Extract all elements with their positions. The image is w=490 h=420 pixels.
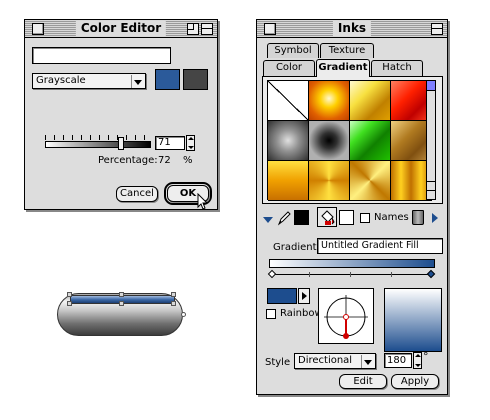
fill-menu-icon[interactable] (263, 217, 273, 223)
gradient-swatch-green-diagonal[interactable] (350, 121, 391, 161)
swatch-scrollbar[interactable] (426, 80, 436, 200)
inks-title: Inks (332, 21, 372, 36)
tab-texture[interactable]: Texture (320, 43, 374, 58)
gradient-swatch-gray-radial[interactable] (268, 121, 309, 161)
color-editor-window: Color Editor Grayscale 71 Percentage: 72… (24, 19, 218, 210)
apply-button[interactable]: Apply (391, 374, 439, 389)
collapse-icon[interactable] (431, 23, 443, 35)
angle-input[interactable]: 180 (384, 353, 412, 368)
color-editor-title: Color Editor (75, 21, 167, 36)
angle-value: 180 (387, 355, 407, 366)
gradient-swatch-gold-linear[interactable] (268, 161, 309, 201)
stop-color-menu[interactable] (298, 288, 310, 304)
handle-right-bottom[interactable] (171, 301, 176, 306)
tab-hatch[interactable]: Hatch (371, 60, 423, 76)
gradient-swatch-gray-square[interactable] (309, 121, 350, 161)
gradient-swatch-gold-conical-2[interactable] (350, 161, 391, 201)
handle-left[interactable] (67, 292, 72, 297)
gradient-swatch-gold-conical[interactable] (309, 161, 350, 201)
slider-ticks (45, 135, 151, 140)
close-icon[interactable] (32, 23, 44, 35)
gradient-preview (384, 288, 442, 352)
percentage-value: 72 (158, 155, 171, 166)
ramp-tick (391, 272, 392, 277)
fill-bucket-frame[interactable] (317, 207, 337, 227)
handle-mid-top[interactable] (119, 292, 124, 297)
new-color-swatch[interactable] (155, 69, 180, 90)
rotation-handle[interactable] (181, 312, 186, 317)
ramp-tick (309, 272, 310, 277)
gradient-swatch-yellow-diagonal[interactable] (350, 81, 391, 121)
handle-left-bottom[interactable] (67, 301, 72, 306)
ramp-line (273, 274, 431, 275)
angle-stepper[interactable] (413, 352, 422, 369)
pen-icon[interactable] (277, 210, 291, 226)
rainbow-checkbox[interactable] (266, 309, 276, 319)
end-stop-marker[interactable] (426, 269, 436, 279)
style-label: Style (265, 357, 291, 368)
scroll-up-icon[interactable] (427, 181, 435, 190)
edit-button[interactable]: Edit (339, 374, 387, 389)
gradient-label: Gradient (273, 242, 317, 253)
style-value: Directional (298, 355, 353, 366)
direction-control[interactable] (318, 288, 374, 344)
tab-gradient[interactable]: Gradient (316, 59, 370, 77)
mouse-cursor-icon (197, 193, 209, 210)
stroke-color-swatch[interactable] (294, 210, 309, 225)
slider-thumb[interactable] (118, 137, 125, 150)
names-label: Names (374, 212, 409, 223)
chevron-down-icon (131, 75, 144, 88)
style-select[interactable]: Directional (294, 353, 376, 369)
rainbow-label: Rainbow (280, 308, 323, 319)
gradient-swatch-none[interactable] (268, 81, 309, 121)
chevron-right-icon (302, 292, 307, 300)
handle-mid-bottom[interactable] (119, 301, 124, 306)
direction-dial-icon (324, 295, 368, 339)
color-mode-select[interactable]: Grayscale (32, 73, 146, 89)
close-icon[interactable] (264, 23, 276, 35)
tab-symbol[interactable]: Symbol (267, 43, 319, 58)
tab-color[interactable]: Color (263, 60, 315, 76)
inks-palette: Inks Symbol Texture Color Gradient Hatch (256, 19, 448, 395)
gradient-name-input[interactable]: Untitled Gradient Fill (317, 238, 443, 254)
cancel-button[interactable]: Cancel (116, 186, 158, 202)
handle-right[interactable] (171, 292, 176, 297)
inks-titlebar[interactable]: Inks (257, 20, 447, 38)
grayscale-slider[interactable] (45, 135, 151, 150)
scroll-thumb[interactable] (427, 81, 435, 91)
stop-color-swatch[interactable] (267, 288, 297, 304)
grayscale-value: 71 (158, 137, 171, 148)
fill-color-swatch[interactable] (339, 210, 354, 225)
collapse-icon[interactable] (201, 23, 213, 35)
percentage-label: Percentage: (98, 155, 158, 166)
value-stepper[interactable] (186, 135, 195, 151)
scroll-down-icon[interactable] (427, 190, 435, 199)
chevron-down-icon (361, 355, 374, 368)
gradient-ramp-bar[interactable] (269, 259, 435, 268)
angle-unit: ° (423, 350, 429, 363)
color-name-input[interactable] (32, 47, 171, 64)
start-stop-marker[interactable] (267, 269, 277, 279)
next-arrow-icon[interactable] (432, 213, 438, 223)
paint-bucket-icon (321, 210, 335, 225)
zoom-icon[interactable] (187, 23, 199, 35)
gradient-name-value: Untitled Gradient Fill (321, 240, 419, 251)
gradient-swatch-grid (267, 80, 432, 201)
names-checkbox[interactable] (360, 213, 370, 223)
color-mode-value: Grayscale (36, 75, 86, 86)
old-color-swatch[interactable] (183, 69, 208, 90)
slider-track (45, 141, 151, 148)
percent-sign: % (183, 155, 193, 166)
grayscale-value-input[interactable]: 71 (155, 136, 185, 150)
ramp-track[interactable] (267, 269, 436, 279)
color-editor-titlebar[interactable]: Color Editor (25, 20, 217, 38)
trash-icon[interactable] (412, 210, 424, 225)
gradient-swatch-orange-radial[interactable] (309, 81, 350, 121)
ramp-tick (350, 272, 351, 277)
